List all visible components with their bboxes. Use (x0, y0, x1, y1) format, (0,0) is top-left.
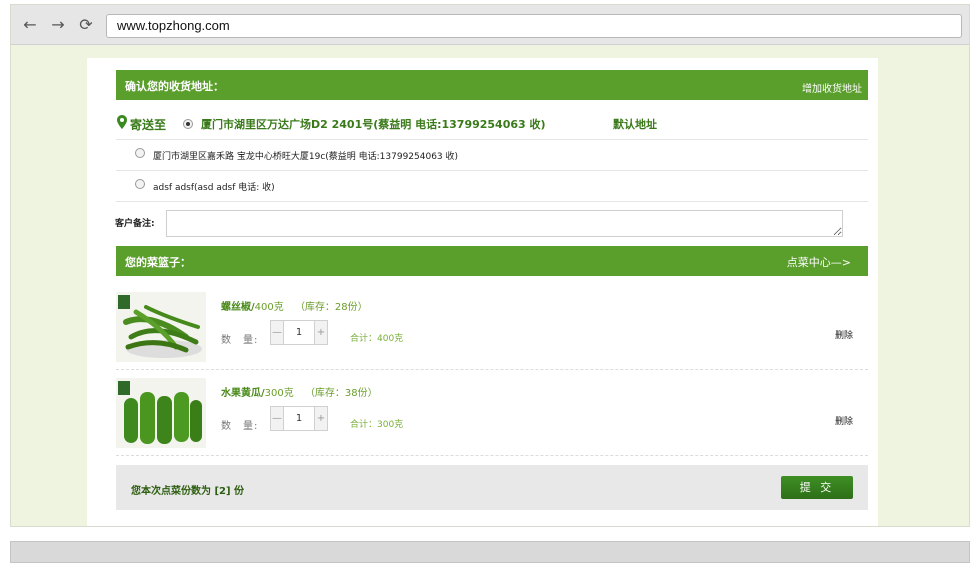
address-option-2[interactable]: 厦门市湖里区嘉禾路 宝龙中心桥旺大厦19c(蔡益明 电话:13799254063… (116, 141, 868, 171)
address-section-header: 确认您的收货地址： 增加收货地址 (116, 70, 868, 100)
cucumber-photo-icon (116, 378, 206, 448)
basket-section-title: 您的菜篮子： (125, 256, 191, 269)
delete-item-button[interactable]: 删除 (835, 414, 853, 427)
quantity-stepper: — 1 + (270, 406, 328, 431)
submit-button[interactable]: 提 交 (781, 476, 853, 499)
item-weight: 400克 (254, 302, 284, 313)
address-bar[interactable]: www.topzhong.com (106, 14, 962, 38)
decrease-button[interactable]: — (271, 321, 284, 344)
increase-button[interactable]: + (314, 321, 327, 344)
quantity-value[interactable]: 1 (284, 407, 314, 430)
order-center-link[interactable]: 点菜中心—> (787, 254, 851, 270)
increase-button[interactable]: + (314, 407, 327, 430)
item-name: 螺丝椒/ (221, 302, 255, 313)
basket-section-header: 您的菜篮子： 点菜中心—> (116, 246, 868, 276)
memo-label: 客户备注: (115, 219, 155, 229)
checkout-panel: 确认您的收货地址： 增加收货地址 寄送至 厦门市湖里区万达广场D2 2401号(… (87, 58, 878, 526)
address-option-default[interactable]: 寄送至 厦门市湖里区万达广场D2 2401号(蔡益明 电话:1379925406… (116, 112, 868, 140)
reload-icon[interactable]: ⟳ (77, 16, 95, 34)
item-name-line: 水果黄瓜/300克 （库存：38份） (221, 384, 378, 399)
item-name-line: 螺丝椒/400克 （库存：28份） (221, 298, 368, 313)
default-address-label: 默认地址 (613, 118, 657, 131)
forward-arrow-icon[interactable]: → (49, 16, 67, 34)
quantity-value[interactable]: 1 (284, 321, 314, 344)
decrease-button[interactable]: — (271, 407, 284, 430)
basket-item: 水果黄瓜/300克 （库存：38份） 数 量: — 1 + 合计：300克 删除 (116, 374, 868, 456)
order-summary-text: 您本次点菜份数为 [2] 份 (131, 486, 245, 497)
address-text-2: 厦门市湖里区嘉禾路 宝龙中心桥旺大厦19c(蔡益明 电话:13799254063… (153, 152, 459, 162)
browser-toolbar: ← → ⟳ www.topzhong.com (11, 5, 969, 45)
pepper-photo-icon (116, 292, 206, 362)
back-arrow-icon[interactable]: ← (21, 16, 39, 34)
address-radio-2[interactable] (135, 148, 145, 158)
browser-bottom-bar (10, 541, 970, 563)
item-image-cucumber (116, 378, 206, 448)
basket-item: 螺丝椒/400克 （库存：28份） 数 量: — 1 + 合计：400克 删除 (116, 288, 868, 370)
quantity-label: 数 量: (221, 335, 259, 346)
item-name: 水果黄瓜/ (221, 388, 265, 399)
quantity-label: 数 量: (221, 421, 259, 432)
add-address-link[interactable]: 增加收货地址 (802, 80, 862, 95)
memo-textarea[interactable] (166, 210, 843, 237)
item-stock: （库存：28份） (294, 302, 368, 313)
address-option-3[interactable]: adsf adsf(asd adsf 电话: 收) (116, 172, 868, 202)
deliver-to-label: 寄送至 (130, 118, 167, 132)
address-radio-default[interactable] (183, 119, 193, 129)
address-text-3: adsf adsf(asd adsf 电话: 收) (153, 183, 275, 193)
quantity-stepper: — 1 + (270, 320, 328, 345)
item-subtotal: 合计：300克 (350, 420, 404, 430)
item-weight: 300克 (264, 388, 294, 399)
selected-address-text: 厦门市湖里区万达广场D2 2401号(蔡益明 电话:13799254063 收) (201, 118, 546, 131)
item-stock: （库存：38份） (304, 388, 378, 399)
address-radio-3[interactable] (135, 179, 145, 189)
address-section-title: 确认您的收货地址： (125, 80, 224, 93)
delete-item-button[interactable]: 删除 (835, 328, 853, 341)
item-subtotal: 合计：400克 (350, 334, 404, 344)
location-pin-icon (117, 115, 127, 129)
order-summary-bar: 您本次点菜份数为 [2] 份 提 交 (116, 465, 868, 510)
item-image-pepper (116, 292, 206, 362)
